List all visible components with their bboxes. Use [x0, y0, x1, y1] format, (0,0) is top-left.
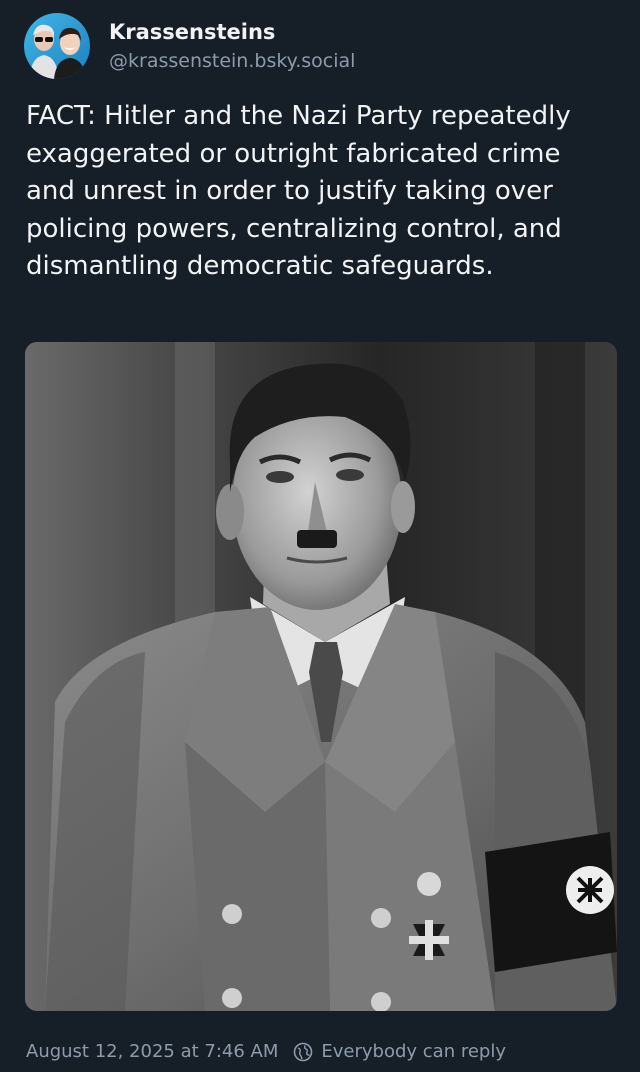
- post-header: Krassensteins @krassenstein.bsky.social: [24, 13, 355, 79]
- author-names: Krassensteins @krassenstein.bsky.social: [109, 17, 355, 75]
- post-footer: August 12, 2025 at 7:46 AM Everybody can…: [26, 1038, 506, 1066]
- author-handle[interactable]: @krassenstein.bsky.social: [109, 47, 355, 75]
- post-image[interactable]: [25, 342, 617, 1011]
- avatar[interactable]: [24, 13, 90, 79]
- portrait-photo: [25, 342, 617, 1011]
- globe-icon: [294, 1042, 313, 1062]
- reply-settings[interactable]: Everybody can reply: [293, 1038, 506, 1066]
- post-thread-item: Krassensteins @krassenstein.bsky.social …: [0, 0, 640, 1072]
- post-text: FACT: Hitler and the Nazi Party repeated…: [26, 101, 571, 281]
- reply-setting-label: Everybody can reply: [321, 1041, 506, 1062]
- post-timestamp: August 12, 2025 at 7:46 AM: [26, 1041, 279, 1062]
- author-display-name[interactable]: Krassensteins: [109, 17, 355, 47]
